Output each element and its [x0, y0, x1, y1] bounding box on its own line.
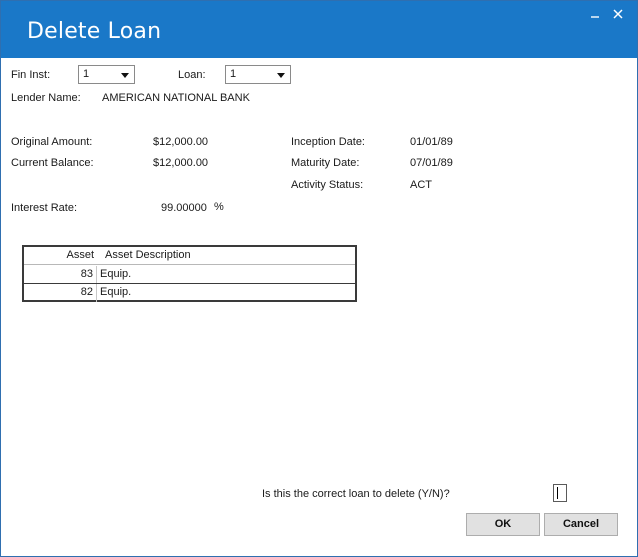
confirm-answer-field[interactable] [553, 484, 567, 502]
column-header-asset[interactable]: Asset [24, 247, 97, 264]
loan-value: 1 [230, 68, 237, 80]
loan-label: Loan: [178, 69, 206, 81]
current-balance-label: Current Balance: [11, 157, 94, 169]
confirm-question: Is this the correct loan to delete (Y/N)… [262, 488, 450, 500]
current-balance-value: $12,000.00 [153, 157, 209, 169]
table-row[interactable]: 82 Equip. [24, 284, 355, 302]
inception-date-value: 01/01/89 [410, 136, 453, 148]
chevron-down-icon [121, 73, 129, 78]
activity-status-label: Activity Status: [291, 179, 364, 191]
close-icon [613, 9, 623, 19]
asset-description-cell: Equip. [100, 268, 132, 280]
maturity-date-label: Maturity Date: [291, 157, 360, 169]
interest-rate-unit: % [214, 201, 224, 213]
text-caret [557, 487, 558, 499]
window-title: Delete Loan [27, 19, 162, 44]
original-amount-value: $12,000.00 [153, 136, 209, 148]
delete-loan-window: Delete Loan Fin Inst: 1 Loan: 1 Lender N… [0, 0, 638, 557]
close-button[interactable] [608, 5, 628, 21]
fin-inst-value: 1 [83, 68, 90, 80]
inception-date-label: Inception Date: [291, 136, 365, 148]
assets-table: Asset Asset Description 83 Equip. 82 Equ… [22, 245, 357, 302]
asset-description-cell: Equip. [100, 286, 132, 298]
chevron-down-icon [277, 73, 285, 78]
activity-status-value: ACT [410, 179, 432, 191]
asset-cell: 82 [24, 284, 97, 302]
table-row[interactable]: 83 Equip. [24, 266, 355, 284]
title-bar: Delete Loan [1, 1, 637, 58]
lender-name-label: Lender Name: [11, 92, 81, 104]
cancel-button[interactable]: Cancel [544, 513, 618, 536]
ok-button[interactable]: OK [466, 513, 540, 536]
maturity-date-value: 07/01/89 [410, 157, 453, 169]
fin-inst-label: Fin Inst: [11, 69, 51, 81]
column-header-asset-description[interactable]: Asset Description [105, 247, 191, 264]
loan-dropdown[interactable]: 1 [225, 65, 291, 84]
asset-cell: 83 [24, 266, 97, 283]
fin-inst-dropdown[interactable]: 1 [78, 65, 135, 84]
minimize-icon [591, 16, 599, 18]
original-amount-label: Original Amount: [11, 136, 93, 148]
interest-rate-value: 99.00000 [161, 202, 207, 214]
table-header: Asset Asset Description [24, 247, 355, 265]
minimize-button[interactable] [585, 5, 605, 21]
interest-rate-label: Interest Rate: [11, 202, 78, 214]
lender-name-value: AMERICAN NATIONAL BANK [102, 92, 250, 104]
